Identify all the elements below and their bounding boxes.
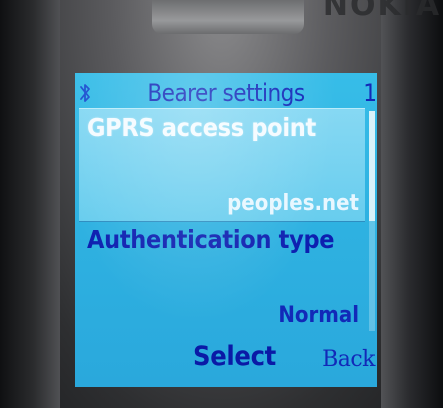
status-bar: Bearer settings 1 [75, 77, 377, 107]
scroll-thumb[interactable] [369, 111, 375, 221]
phone-screen: Bearer settings 1 GPRS access point peop… [75, 73, 377, 387]
list-item-authentication-type[interactable]: Authentication type Normal [79, 221, 365, 333]
list-item-gprs-access-point[interactable]: GPRS access point peoples.net [79, 108, 365, 222]
select-softkey[interactable]: Select [193, 341, 276, 372]
bezel-left [0, 0, 60, 408]
softkey-bar: Select Back [75, 335, 377, 387]
scrollbar[interactable] [369, 111, 375, 331]
list-item-label: GPRS access point [87, 113, 316, 142]
list-item-value: Normal [278, 303, 359, 328]
page-number: 1 [363, 79, 377, 107]
brand-logo: NOKIA [322, 0, 442, 23]
back-softkey[interactable]: Back [322, 347, 375, 372]
screen-title: Bearer settings [147, 79, 305, 107]
bezel-right [381, 0, 443, 408]
earpiece: NOKIA [152, 0, 439, 34]
list-item-label: Authentication type [87, 225, 335, 254]
list-item-value: peoples.net [227, 191, 359, 216]
